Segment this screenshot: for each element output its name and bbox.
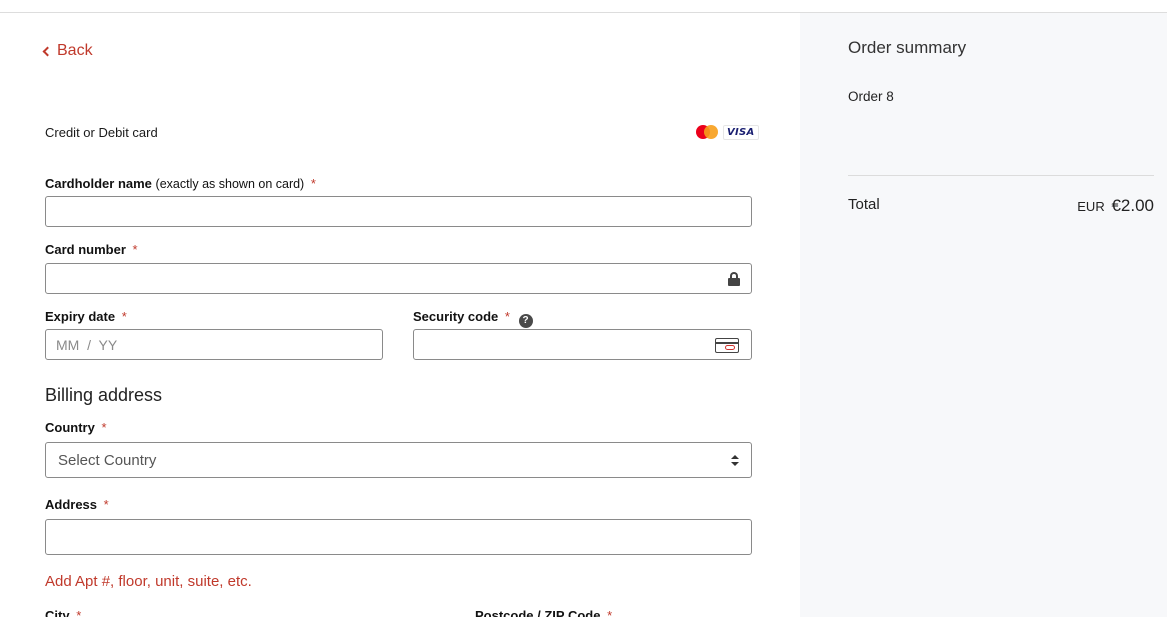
card-number-label: Card number * bbox=[45, 242, 138, 257]
required-mark: * bbox=[121, 309, 127, 324]
lock-icon bbox=[728, 272, 740, 286]
security-code-input[interactable] bbox=[414, 330, 751, 359]
card-number-field[interactable] bbox=[45, 263, 752, 294]
address-input[interactable] bbox=[46, 520, 751, 554]
card-number-input[interactable] bbox=[46, 264, 751, 293]
billing-address-title: Billing address bbox=[45, 385, 163, 405]
visa-icon: VISA bbox=[723, 124, 759, 140]
cardholder-name-field[interactable] bbox=[45, 196, 752, 227]
required-mark: * bbox=[310, 176, 316, 191]
total-currency: EUR bbox=[1077, 199, 1105, 214]
chevron-left-icon bbox=[42, 46, 53, 57]
country-select[interactable]: Select Country bbox=[45, 442, 752, 478]
back-label: Back bbox=[57, 42, 93, 59]
address-label: Address * bbox=[45, 497, 109, 512]
back-link[interactable]: Back bbox=[42, 42, 93, 60]
required-mark: * bbox=[103, 497, 109, 512]
country-selected-value: Select Country bbox=[58, 451, 157, 469]
cardholder-name-note: (exactly as shown on card) bbox=[155, 177, 305, 191]
total-value: EUR €2.00 bbox=[1077, 196, 1154, 216]
postal-code-label: Postcode / ZIP Code * bbox=[475, 608, 613, 617]
mastercard-icon bbox=[695, 124, 719, 140]
card-cvc-icon bbox=[715, 338, 739, 353]
required-mark: * bbox=[504, 309, 510, 324]
security-code-label: Security code * ? bbox=[413, 309, 533, 328]
security-code-field[interactable] bbox=[413, 329, 752, 360]
order-summary-title: Order summary bbox=[848, 38, 967, 57]
required-mark: * bbox=[101, 420, 107, 435]
address-field[interactable] bbox=[45, 519, 752, 555]
cardholder-name-input[interactable] bbox=[46, 197, 751, 226]
cardholder-name-label: Cardholder name (exactly as shown on car… bbox=[45, 176, 316, 191]
required-mark: * bbox=[132, 242, 138, 257]
card-brands: VISA bbox=[695, 124, 759, 140]
expiry-date-field[interactable] bbox=[45, 329, 383, 360]
total-amount: €2.00 bbox=[1111, 196, 1154, 215]
order-name: Order 8 bbox=[848, 89, 894, 104]
expiry-date-input[interactable] bbox=[46, 330, 382, 359]
help-icon[interactable]: ? bbox=[518, 314, 533, 328]
add-apt-link[interactable]: Add Apt #, floor, unit, suite, etc. bbox=[45, 573, 252, 590]
country-label: Country * bbox=[45, 420, 107, 435]
city-label: City * bbox=[45, 608, 82, 617]
payment-method-label: Credit or Debit card bbox=[45, 125, 158, 140]
select-arrows-icon bbox=[731, 455, 739, 467]
expiry-date-label: Expiry date * bbox=[45, 309, 127, 324]
summary-divider bbox=[848, 175, 1154, 176]
total-label: Total bbox=[848, 196, 880, 213]
